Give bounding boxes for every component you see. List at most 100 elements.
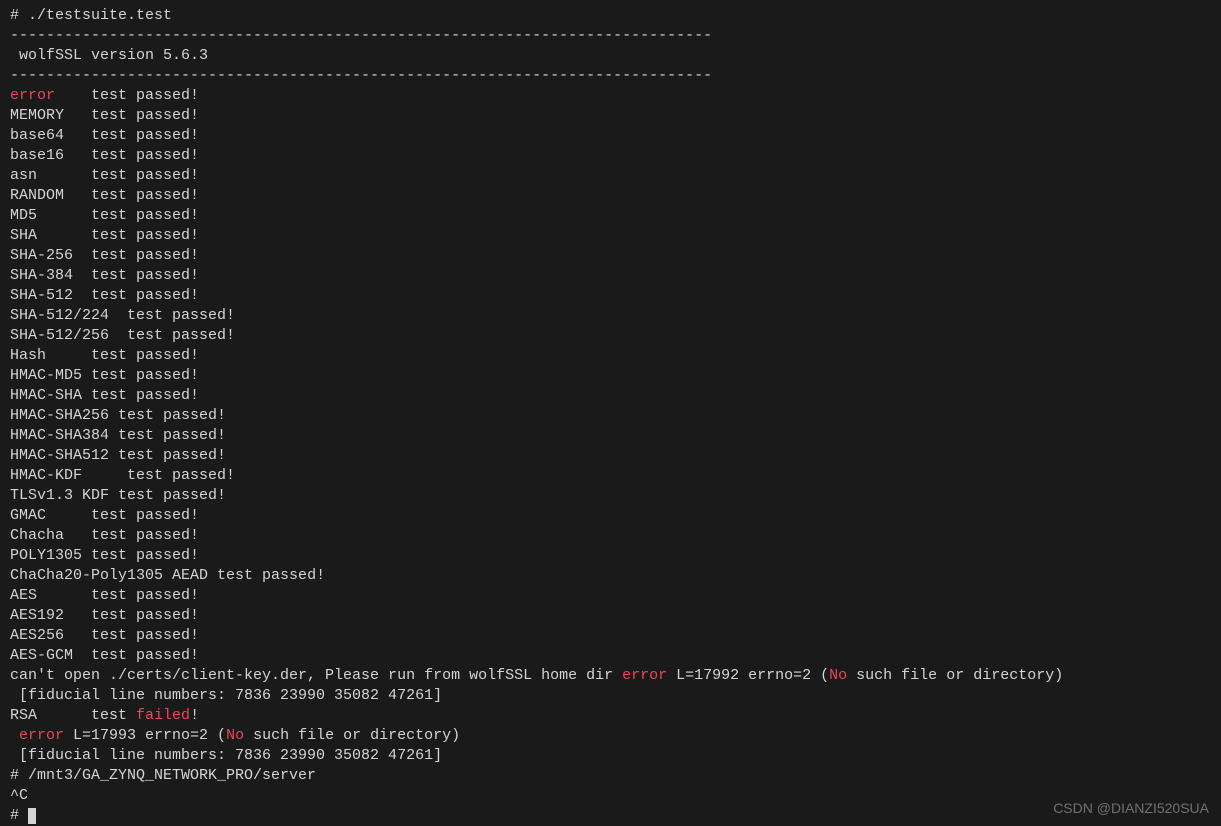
test-result: test passed! [82,367,199,384]
test-name: HMAC-MD5 [10,367,82,384]
terminal-line: error test passed! [10,86,1211,106]
terminal-line: GMAC test passed! [10,506,1211,526]
test-name: SHA [10,227,37,244]
test-name: base16 [10,147,64,164]
terminal-line: # ./testsuite.test [10,6,1211,26]
fiducial: [fiducial line numbers: 7836 23990 35082… [10,686,1211,706]
terminal-line: error L=17993 errno=2 (No such file or d… [10,726,1211,746]
test-name: HMAC-KDF [10,467,82,484]
separator: ----------------------------------------… [10,26,1211,46]
command: ./testsuite.test [28,7,172,24]
terminal-line: ChaCha20-Poly1305 AEAD test passed! [10,566,1211,586]
fiducial: [fiducial line numbers: 7836 23990 35082… [10,746,1211,766]
test-name: SHA-512 [10,287,73,304]
terminal-line: base64 test passed! [10,126,1211,146]
watermark: CSDN @DIANZI520SUA [1053,798,1209,818]
terminal-line: HMAC-SHA256 test passed! [10,406,1211,426]
terminal-line: Hash test passed! [10,346,1211,366]
command: /mnt3/GA_ZYNQ_NETWORK_PRO/server [28,767,316,784]
test-name: AES192 [10,607,64,624]
failed-label: failed [136,707,190,724]
terminal-line: SHA-512 test passed! [10,286,1211,306]
no-label: No [226,727,244,744]
test-result: test passed! [73,267,199,284]
test-result: test passed! [82,547,199,564]
test-result: test passed! [208,567,325,584]
test-name: TLSv1.3 KDF [10,487,109,504]
test-result: test passed! [109,487,226,504]
test-name: AES [10,587,37,604]
test-result: test passed! [37,207,199,224]
test-name: AES-GCM [10,647,73,664]
test-result: test passed! [37,587,199,604]
test-result: test passed! [64,147,199,164]
terminal-line: AES256 test passed! [10,626,1211,646]
ctrl-c: ^C [10,786,1211,806]
test-name: RSA [10,707,37,724]
terminal-line: SHA-512/256 test passed! [10,326,1211,346]
test-name: SHA-512/224 [10,307,109,324]
terminal-line: Chacha test passed! [10,526,1211,546]
prompt: # [10,7,28,24]
test-name: Hash [10,347,46,364]
test-name: SHA-384 [10,267,73,284]
test-name: RANDOM [10,187,64,204]
test-result: test passed! [64,607,199,624]
test-result: test passed! [82,467,235,484]
terminal-line: HMAC-SHA512 test passed! [10,446,1211,466]
test-name: ChaCha20-Poly1305 AEAD [10,567,208,584]
test-result: test passed! [37,227,199,244]
test-name: asn [10,167,37,184]
test-result: test passed! [37,167,199,184]
terminal-output[interactable]: # ./testsuite.test----------------------… [10,6,1211,826]
cursor [28,808,36,824]
terminal-line: SHA-384 test passed! [10,266,1211,286]
prompt-line[interactable]: # [10,806,1211,826]
test-name: error [10,87,55,104]
version: wolfSSL version 5.6.3 [10,46,1211,66]
test-result: test passed! [55,87,199,104]
terminal-line: POLY1305 test passed! [10,546,1211,566]
test-result: test passed! [46,507,199,524]
test-name: HMAC-SHA512 [10,447,109,464]
test-name: MEMORY [10,107,64,124]
test-result: test passed! [82,387,199,404]
test-result: test passed! [109,427,226,444]
test-name: HMAC-SHA384 [10,427,109,444]
test-name: SHA-256 [10,247,73,264]
prompt: # [10,807,28,824]
test-result: test passed! [73,647,199,664]
terminal-line: HMAC-KDF test passed! [10,466,1211,486]
test-result: test passed! [64,627,199,644]
test-result: test passed! [109,327,235,344]
error-label: error [19,727,64,744]
terminal-line: TLSv1.3 KDF test passed! [10,486,1211,506]
prompt: # [10,767,28,784]
test-name: Chacha [10,527,64,544]
test-result: test passed! [109,407,226,424]
terminal-line: RSA test failed! [10,706,1211,726]
test-name: GMAC [10,507,46,524]
terminal-line: base16 test passed! [10,146,1211,166]
test-name: HMAC-SHA [10,387,82,404]
error-label: error [622,667,667,684]
terminal-line: SHA test passed! [10,226,1211,246]
test-result: test passed! [109,307,235,324]
terminal-line: AES test passed! [10,586,1211,606]
terminal-line: RANDOM test passed! [10,186,1211,206]
test-name: SHA-512/256 [10,327,109,344]
test-name: HMAC-SHA256 [10,407,109,424]
terminal-line: asn test passed! [10,166,1211,186]
test-result: test passed! [109,447,226,464]
test-result: test passed! [73,247,199,264]
test-result: test passed! [64,187,199,204]
terminal-line: AES192 test passed! [10,606,1211,626]
test-result: test passed! [46,347,199,364]
terminal-line: HMAC-SHA384 test passed! [10,426,1211,446]
test-name: base64 [10,127,64,144]
test-result: test passed! [64,107,199,124]
terminal-line: MD5 test passed! [10,206,1211,226]
terminal-line: SHA-512/224 test passed! [10,306,1211,326]
separator: ----------------------------------------… [10,66,1211,86]
terminal-line: # /mnt3/GA_ZYNQ_NETWORK_PRO/server [10,766,1211,786]
